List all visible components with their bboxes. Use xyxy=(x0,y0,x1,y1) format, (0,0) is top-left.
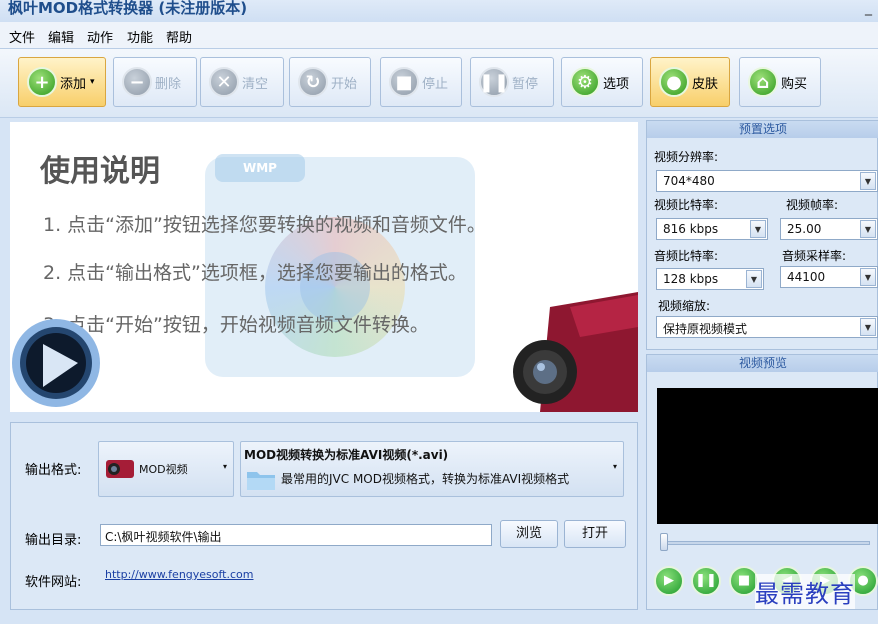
format-title: MOD视频转换为标准AVI视频(*.avi) xyxy=(244,448,449,462)
menu-edit[interactable]: 编辑 xyxy=(48,27,74,46)
pause-preview-button[interactable]: ❚❚ xyxy=(691,566,721,596)
options-button[interactable]: ⚙ 选项 xyxy=(561,57,643,107)
plus-icon: + xyxy=(27,67,57,97)
delete-label: 删除 xyxy=(155,76,182,92)
chevron-down-icon: ▼ xyxy=(860,220,876,238)
add-label: 添加 xyxy=(60,76,87,92)
window-title: 枫叶MOD格式转换器 (未注册版本) xyxy=(8,0,248,17)
pause-button[interactable]: ❚❚ 暂停 xyxy=(470,57,554,107)
output-format-label: 输出格式: xyxy=(25,463,82,478)
apple-icon: ● xyxy=(659,67,689,97)
scale-label: 视频缩放: xyxy=(658,299,711,313)
stop-icon: ■ xyxy=(389,67,419,97)
audio-bitrate-label: 音频比特率: xyxy=(654,249,719,263)
camcorder-icon xyxy=(513,292,638,412)
chevron-down-icon: ▼ xyxy=(746,270,762,288)
resolution-label: 视频分辨率: xyxy=(654,150,719,164)
chevron-down-icon: ▼ xyxy=(860,172,876,190)
samplerate-value: 44100 xyxy=(787,270,826,284)
menu-function[interactable]: 功能 xyxy=(127,27,153,46)
buy-label: 购买 xyxy=(781,76,808,92)
chevron-down-icon: ▾ xyxy=(222,462,227,471)
buy-button[interactable]: ⌂ 购买 xyxy=(739,57,821,107)
preset-header: 预置选项 xyxy=(647,121,878,138)
chevron-down-icon: ▼ xyxy=(750,220,766,238)
browse-button[interactable]: 浏览 xyxy=(500,520,558,548)
seek-thumb[interactable] xyxy=(660,533,668,551)
scale-select[interactable]: 保持原视频模式 ▼ xyxy=(656,316,878,338)
format-description: 最常用的JVC MOD视频格式，转换为标准AVI视频格式 xyxy=(281,472,570,486)
scale-value: 保持原视频模式 xyxy=(663,322,748,336)
chevron-down-icon: ▼ xyxy=(860,268,876,286)
play-icon: ▶ xyxy=(664,573,674,588)
preview-header: 视频预览 xyxy=(647,355,878,372)
skin-label: 皮肤 xyxy=(692,76,719,92)
minus-icon: − xyxy=(122,67,152,97)
seek-slider[interactable] xyxy=(660,541,870,545)
pause-icon: ❚❚ xyxy=(695,573,717,588)
menu-action[interactable]: 动作 xyxy=(87,27,113,46)
cart-icon: ⌂ xyxy=(748,67,778,97)
audio-bitrate-value: 128 kbps xyxy=(663,272,719,286)
options-label: 选项 xyxy=(603,76,630,92)
fps-label: 视频帧率: xyxy=(786,198,839,212)
options-icon: ⚙ xyxy=(570,67,600,97)
samplerate-label: 音频采样率: xyxy=(782,249,847,263)
stop-icon: ■ xyxy=(737,573,751,588)
play-button[interactable]: ▶ xyxy=(654,566,684,596)
stop-button[interactable]: ■ 停止 xyxy=(380,57,462,107)
fps-select[interactable]: 25.00 ▼ xyxy=(780,218,878,240)
clear-button[interactable]: ✕ 清空 xyxy=(200,57,284,107)
camera-icon: ● xyxy=(857,573,869,588)
video-bitrate-value: 816 kbps xyxy=(663,222,719,236)
menu-help[interactable]: 帮助 xyxy=(166,27,192,46)
open-button[interactable]: 打开 xyxy=(564,520,626,548)
pause-label: 暂停 xyxy=(512,76,539,92)
instruction-panel: WMP 使用说明 1. 点击“添加”按钮选择您要转换的视频和音频文件。 2. 点… xyxy=(10,122,638,412)
samplerate-select[interactable]: 44100 ▼ xyxy=(780,266,878,288)
pause-icon: ❚❚ xyxy=(479,67,509,97)
delete-button[interactable]: − 删除 xyxy=(113,57,197,107)
camcorder-small-icon xyxy=(106,460,134,478)
resolution-value: 704*480 xyxy=(663,174,715,188)
usage-step-1: 1. 点击“添加”按钮选择您要转换的视频和音频文件。 xyxy=(43,214,486,236)
clear-label: 清空 xyxy=(242,76,269,92)
start-button[interactable]: ↻ 开始 xyxy=(289,57,371,107)
chevron-down-icon: ▾ xyxy=(90,77,95,87)
format-description-select[interactable]: MOD视频转换为标准AVI视频(*.avi) 最常用的JVC MOD视频格式，转… xyxy=(240,441,624,497)
fps-value: 25.00 xyxy=(787,222,822,236)
output-format-value: MOD视频 xyxy=(139,463,188,476)
play-ball-icon xyxy=(12,319,100,407)
usage-step-2: 2. 点击“输出格式”选项框，选择您要输出的格式。 xyxy=(43,262,467,284)
chevron-down-icon: ▼ xyxy=(860,318,876,336)
preview-screen xyxy=(657,388,878,524)
add-button[interactable]: + 添加 ▾ xyxy=(18,57,106,107)
site-label: 软件网站: xyxy=(25,575,82,590)
resolution-select[interactable]: 704*480 ▼ xyxy=(656,170,878,192)
wmp-tab-label: WMP xyxy=(215,154,305,182)
skin-button[interactable]: ● 皮肤 xyxy=(650,57,730,107)
refresh-icon: ↻ xyxy=(298,67,328,97)
output-dir-input[interactable]: C:\枫叶视频软件\输出 xyxy=(100,524,492,546)
clear-icon: ✕ xyxy=(209,67,239,97)
folder-icon xyxy=(247,472,275,490)
usage-title: 使用说明 xyxy=(40,154,160,189)
output-format-select[interactable]: MOD视频 ▾ xyxy=(98,441,234,497)
menu-file[interactable]: 文件 xyxy=(9,27,35,46)
video-bitrate-select[interactable]: 816 kbps ▼ xyxy=(656,218,768,240)
video-bitrate-label: 视频比特率: xyxy=(654,198,719,212)
watermark: 最需教育 xyxy=(755,574,855,609)
menu-bar: 文件 编辑 动作 功能 帮助 xyxy=(0,22,878,48)
stop-label: 停止 xyxy=(422,76,449,92)
site-link[interactable]: http://www.fengyesoft.com xyxy=(105,568,254,581)
title-bar: 枫叶MOD格式转换器 (未注册版本) _ xyxy=(0,0,878,22)
chevron-down-icon: ▾ xyxy=(612,462,617,471)
minimize-button[interactable]: _ xyxy=(865,0,872,16)
start-label: 开始 xyxy=(331,76,358,92)
toolbar: + 添加 ▾ − 删除 ✕ 清空 ↻ 开始 ■ 停止 ❚❚ 暂停 ⚙ 选项 ● … xyxy=(0,48,878,118)
output-dir-label: 输出目录: xyxy=(25,533,82,548)
audio-bitrate-select[interactable]: 128 kbps ▼ xyxy=(656,268,764,290)
